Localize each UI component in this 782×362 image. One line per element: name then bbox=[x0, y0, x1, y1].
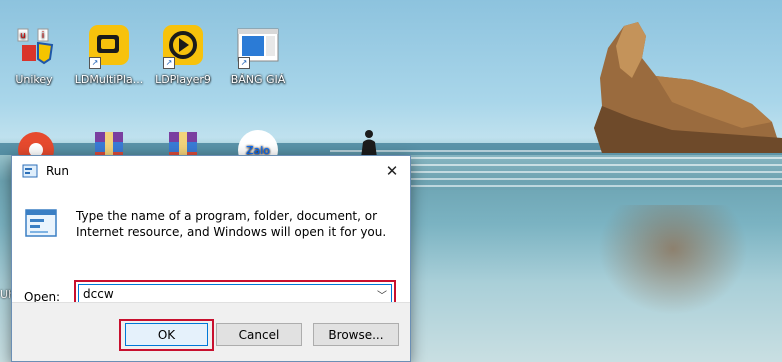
run-button-bar: OK Cancel Browse... bbox=[12, 302, 410, 361]
svg-text:u: u bbox=[20, 31, 26, 41]
close-icon: ✕ bbox=[385, 162, 399, 180]
desktop-icon-label: LDPlayer9 bbox=[155, 73, 211, 86]
svg-text:i: i bbox=[42, 31, 45, 41]
desktop-icon-ldmultiplayer[interactable]: ↗ LDMultiPla... bbox=[69, 25, 149, 86]
desktop-icon-unikey[interactable]: u i Unikey bbox=[0, 25, 74, 86]
run-icon bbox=[22, 164, 38, 178]
desktop-icon-label: LDMultiPla... bbox=[74, 73, 144, 86]
cancel-button[interactable]: Cancel bbox=[216, 323, 302, 346]
chevron-down-icon[interactable]: ﹀ bbox=[373, 287, 391, 302]
shortcut-arrow-icon: ↗ bbox=[89, 57, 101, 69]
open-combobox[interactable]: ﹀ bbox=[78, 284, 392, 304]
document-icon: ↗ bbox=[236, 25, 280, 69]
shortcut-arrow-icon: ↗ bbox=[238, 57, 250, 69]
unikey-icon: u i bbox=[12, 25, 56, 69]
desktop-icon-bang-gia[interactable]: ↗ BẢNG GIÁ bbox=[218, 25, 298, 86]
run-content: Type the name of a program, folder, docu… bbox=[12, 186, 410, 361]
ok-button[interactable]: OK bbox=[125, 323, 208, 346]
run-program-icon bbox=[25, 209, 57, 237]
rock-reflection bbox=[598, 205, 748, 315]
shortcut-arrow-icon: ↗ bbox=[163, 57, 175, 69]
desktop-icon-label: BẢNG GIÁ bbox=[230, 73, 286, 86]
ldmultiplayer-icon: ↗ bbox=[87, 25, 131, 69]
desktop-icon-ldplayer9[interactable]: ↗ LDPlayer9 bbox=[143, 25, 223, 86]
browse-button[interactable]: Browse... bbox=[313, 323, 399, 346]
ldplayer9-icon: ↗ bbox=[161, 25, 205, 69]
run-titlebar[interactable]: Run ✕ bbox=[12, 156, 410, 186]
desktop-icon-label: Unikey bbox=[15, 73, 53, 86]
close-button[interactable]: ✕ bbox=[374, 156, 410, 186]
run-description: Type the name of a program, folder, docu… bbox=[76, 209, 387, 239]
surfer-silhouette bbox=[361, 130, 377, 158]
run-dialog: Run ✕ Type the name of a program, folder… bbox=[11, 155, 411, 362]
open-input[interactable] bbox=[79, 286, 373, 302]
rock-formation bbox=[594, 22, 782, 153]
run-title: Run bbox=[46, 164, 70, 178]
